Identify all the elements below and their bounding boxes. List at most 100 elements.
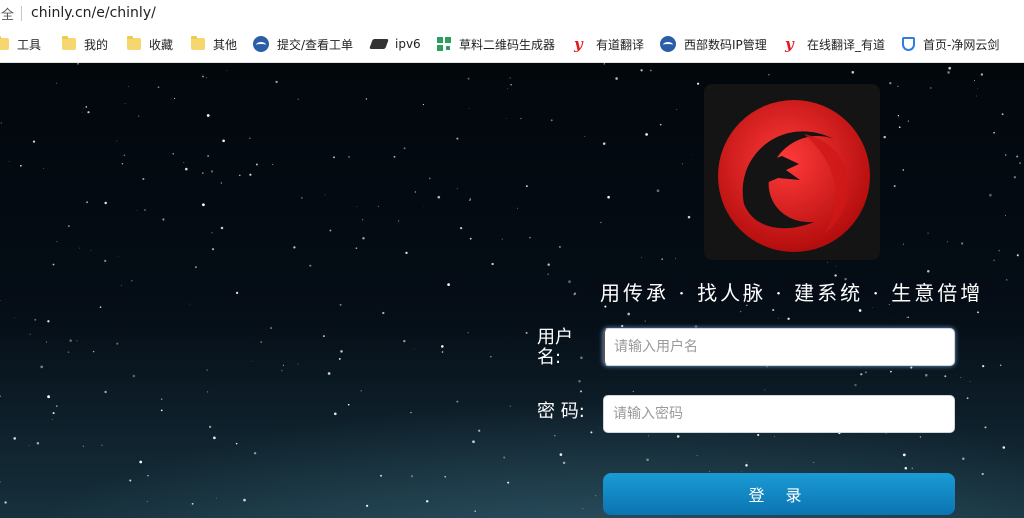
bookmark-tools[interactable]: 工具: [0, 26, 41, 62]
star: [347, 403, 350, 406]
security-indicator[interactable]: 安全: [0, 4, 14, 23]
star: [327, 372, 331, 375]
star: [447, 283, 450, 286]
bookmark-mine[interactable]: 我的: [62, 26, 108, 62]
bookmark-qr-generator[interactable]: 草料二维码生成器: [437, 26, 555, 62]
url-text[interactable]: chinly.cn/e/chinly/: [31, 5, 156, 21]
star: [144, 209, 146, 211]
bookmark-label: 收藏: [149, 37, 174, 52]
star: [249, 173, 252, 176]
star: [220, 182, 223, 184]
star: [675, 257, 676, 259]
star: [206, 77, 208, 79]
star: [645, 133, 648, 136]
star: [696, 455, 698, 457]
star: [911, 467, 913, 469]
star: [676, 109, 678, 110]
star: [202, 172, 204, 174]
star: [550, 119, 553, 122]
star: [960, 377, 962, 379]
star: [904, 466, 908, 470]
star: [220, 226, 224, 230]
youdao-icon: y: [785, 35, 794, 53]
star: [474, 510, 476, 512]
star: [993, 131, 995, 134]
star: [348, 155, 351, 158]
star: [14, 317, 16, 319]
star: [324, 194, 326, 196]
star: [687, 215, 691, 219]
star: [136, 210, 138, 212]
star: [902, 453, 906, 457]
bookmark-ipv6[interactable]: ipv6: [369, 26, 421, 62]
star: [897, 85, 899, 87]
star: [907, 120, 909, 122]
cli-logo-icon: [369, 39, 389, 49]
bookmark-youdao[interactable]: y 有道翻译: [574, 26, 644, 62]
star: [213, 436, 216, 440]
star: [322, 335, 325, 338]
star: [562, 461, 566, 465]
star: [215, 497, 217, 499]
star: [255, 163, 258, 166]
star: [977, 311, 979, 314]
star: [249, 137, 251, 139]
bookmark-west-ip[interactable]: 西部数码IP管理: [660, 26, 767, 62]
star: [338, 357, 341, 360]
star: [423, 205, 424, 207]
star: [648, 435, 649, 437]
bookmark-youdao-online[interactable]: y 在线翻译_有道: [785, 26, 885, 62]
star: [930, 87, 932, 89]
star: [121, 163, 124, 165]
star: [280, 369, 283, 372]
star: [160, 409, 163, 412]
shield-icon: [902, 37, 915, 51]
star: [709, 471, 710, 472]
star: [365, 98, 368, 100]
star: [510, 83, 512, 86]
star: [1006, 279, 1008, 281]
star: [777, 317, 779, 319]
address-bar[interactable]: 安全 chinly.cn/e/chinly/: [0, 0, 1024, 26]
star: [142, 177, 145, 181]
folder-icon: [127, 36, 141, 50]
star: [297, 98, 299, 100]
star: [774, 436, 775, 438]
star: [83, 108, 85, 109]
star: [998, 249, 1001, 252]
star: [101, 444, 103, 446]
star: [741, 471, 742, 473]
star: [860, 373, 863, 376]
star: [456, 187, 458, 189]
star: [235, 291, 239, 295]
star: [1005, 154, 1007, 156]
star: [969, 380, 971, 382]
login-button[interactable]: 登 录: [603, 473, 955, 515]
star: [28, 445, 30, 446]
star: [34, 318, 37, 321]
star: [632, 390, 634, 392]
star: [507, 481, 510, 484]
star: [961, 242, 964, 245]
star: [681, 163, 684, 165]
star: [208, 425, 212, 429]
bookmark-ticket[interactable]: 提交/查看工单: [253, 26, 353, 62]
password-input[interactable]: [603, 395, 955, 433]
star: [579, 390, 583, 393]
star: [40, 365, 44, 369]
bookmark-favorites[interactable]: 收藏: [127, 26, 173, 62]
star: [13, 437, 16, 440]
star: [139, 460, 143, 464]
star: [659, 123, 662, 126]
star: [607, 195, 610, 199]
star: [927, 270, 930, 273]
bookmark-jingwang[interactable]: 首页-净网云剑: [902, 26, 999, 62]
username-input[interactable]: [603, 328, 955, 366]
star: [202, 203, 205, 207]
bookmark-other[interactable]: 其他: [191, 26, 237, 62]
bookmarks-bar: 工具 我的 收藏 其他 提交/查看工单 ipv6 草料二维码生成器 y 有道翻译…: [0, 26, 1024, 63]
star: [104, 259, 107, 263]
star: [45, 341, 48, 343]
star: [768, 74, 770, 76]
star: [602, 142, 606, 145]
